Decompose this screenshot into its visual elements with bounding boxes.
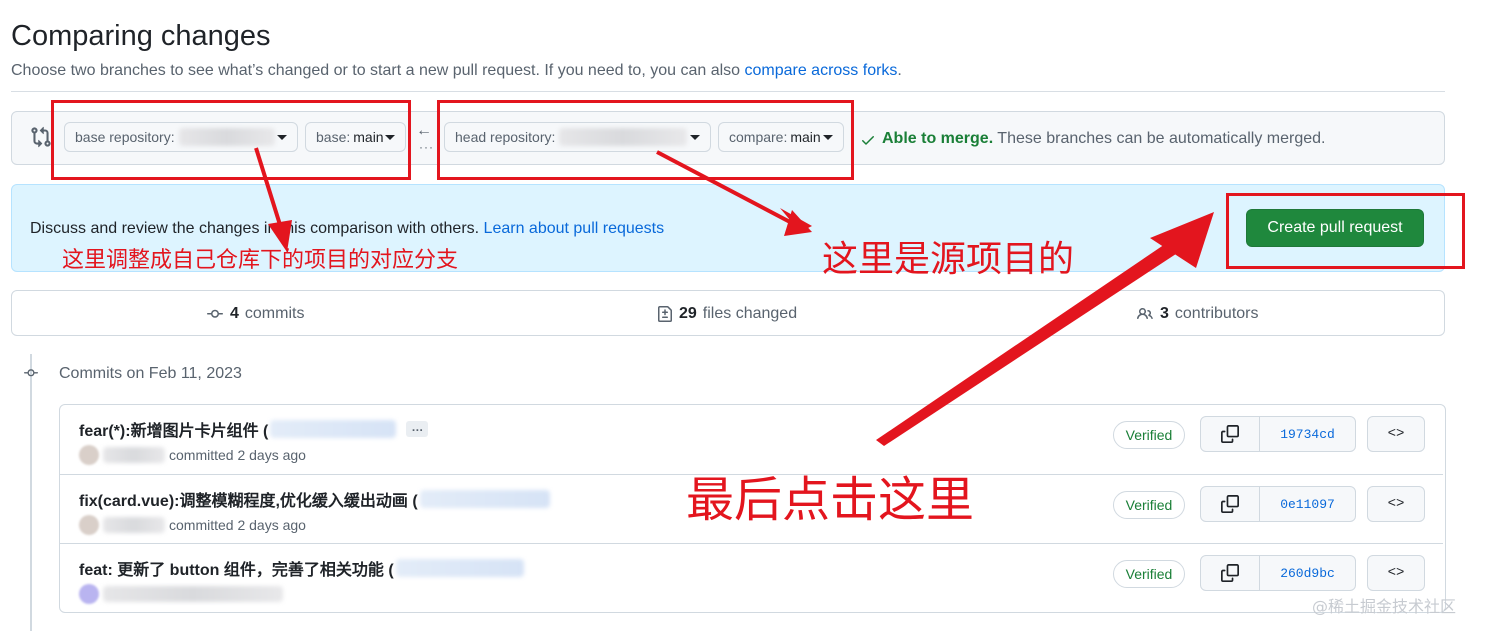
commit-sha-link[interactable]: 19734cd: [1260, 417, 1355, 451]
page-title: Comparing changes: [11, 20, 271, 52]
commits-label: commits: [244, 305, 305, 322]
author-info-blurred: [103, 586, 283, 602]
commit-sha-link[interactable]: 260d9bc: [1260, 556, 1355, 590]
people-icon: [1137, 307, 1153, 320]
commit-pr-link-blurred: [270, 420, 397, 438]
copy-icon: [1221, 564, 1239, 582]
avatar[interactable]: [79, 445, 99, 465]
copy-icon: [1221, 425, 1239, 443]
commit-message[interactable]: fix(card.vue):调整模糊程度,优化缓入缓出动画 (: [79, 487, 550, 511]
commit-row: feat: 更新了 button 组件，完善了相关功能 ( Verified 2…: [60, 543, 1443, 612]
files-count: 29: [679, 305, 697, 322]
discuss-text: Discuss and review the changes in this c…: [30, 220, 664, 238]
browse-repository-button[interactable]: <>: [1367, 486, 1425, 522]
head-annotation-box: [437, 100, 854, 180]
commit-message[interactable]: feat: 更新了 button 组件，完善了相关功能 (: [79, 556, 524, 580]
commit-message-text: fear(*):新增图片卡片组件 (: [79, 423, 269, 440]
create-pr-annotation-box: [1226, 193, 1465, 269]
annotation-final-note: 最后点击这里: [686, 472, 975, 528]
copy-icon: [1221, 495, 1239, 513]
commit-sha-group: 19734cd: [1200, 416, 1356, 452]
commit-time: committed 2 days ago: [169, 447, 306, 463]
author-name-blurred: [103, 447, 165, 463]
discuss-description: Discuss and review the changes in this c…: [30, 220, 484, 237]
contributors-stat[interactable]: 3 contributors: [1136, 305, 1259, 323]
page-subtitle: Choose two branches to see what’s change…: [11, 62, 902, 80]
merge-status-rest: These branches can be automatically merg…: [993, 130, 1326, 147]
compare-across-forks-link[interactable]: compare across forks: [744, 62, 897, 79]
range-dots: ···: [419, 140, 434, 154]
commit-sha-group: 0e11097: [1200, 486, 1356, 522]
git-commit-icon: [207, 309, 223, 318]
annotation-base-note: 这里调整成自己仓库下的项目的对应分支: [62, 248, 459, 273]
copy-sha-button[interactable]: [1201, 556, 1260, 590]
commit-sha-group: 260d9bc: [1200, 555, 1356, 591]
avatar[interactable]: [79, 584, 99, 604]
merge-status: Able to merge. These branches can be aut…: [882, 130, 1325, 148]
check-icon: [862, 136, 874, 145]
contributors-label: contributors: [1174, 305, 1259, 322]
avatar[interactable]: [79, 515, 99, 535]
files-changed-stat[interactable]: 29 files changed: [657, 305, 797, 323]
header-divider: [11, 91, 1445, 92]
copy-sha-button[interactable]: [1201, 417, 1260, 451]
copy-sha-button[interactable]: [1201, 487, 1260, 521]
expand-message-button[interactable]: …: [406, 421, 429, 437]
commit-pr-link-blurred: [395, 559, 524, 577]
commit-message[interactable]: fear(*):新增图片卡片组件 ( …: [79, 417, 429, 441]
commit-sha-link[interactable]: 0e11097: [1260, 487, 1355, 521]
arrow-left-icon: ←: [416, 122, 432, 139]
subtitle-end: .: [897, 62, 902, 79]
verified-badge[interactable]: Verified: [1113, 421, 1185, 449]
merge-status-bold: Able to merge.: [882, 130, 994, 147]
annotation-head-note: 这里是源项目的: [822, 239, 1075, 280]
commit-pr-link-blurred: [419, 490, 550, 508]
commits-count: 4: [230, 305, 239, 322]
verified-badge[interactable]: Verified: [1113, 560, 1185, 588]
commit-message-text: fix(card.vue):调整模糊程度,优化缓入缓出动画 (: [79, 493, 418, 510]
learn-pull-requests-link[interactable]: Learn about pull requests: [484, 220, 665, 237]
timeline-line: [30, 354, 32, 631]
base-annotation-box: [51, 100, 411, 180]
files-label: files changed: [702, 305, 798, 322]
browse-repository-button[interactable]: <>: [1367, 555, 1425, 591]
author-name-blurred: [103, 517, 165, 533]
file-diff-icon: [658, 306, 672, 322]
subtitle-text: Choose two branches to see what’s change…: [11, 62, 745, 79]
browse-repository-button[interactable]: <>: [1367, 416, 1425, 452]
watermark: @稀土掘金技术社区: [1312, 597, 1457, 616]
commit-message-text: feat: 更新了 button 组件，完善了相关功能 (: [79, 562, 394, 579]
commit-meta: committed 2 days ago: [79, 445, 306, 465]
contributors-count: 3: [1160, 305, 1169, 322]
git-commit-icon: [24, 369, 38, 377]
commits-date-heading: Commits on Feb 11, 2023: [59, 365, 242, 382]
commit-meta: [79, 584, 283, 604]
git-compare-icon: [31, 126, 51, 148]
verified-badge[interactable]: Verified: [1113, 491, 1185, 519]
commit-meta: committed 2 days ago: [79, 515, 306, 535]
commits-stat[interactable]: 4 commits: [206, 305, 304, 323]
commit-time: committed 2 days ago: [169, 517, 306, 533]
